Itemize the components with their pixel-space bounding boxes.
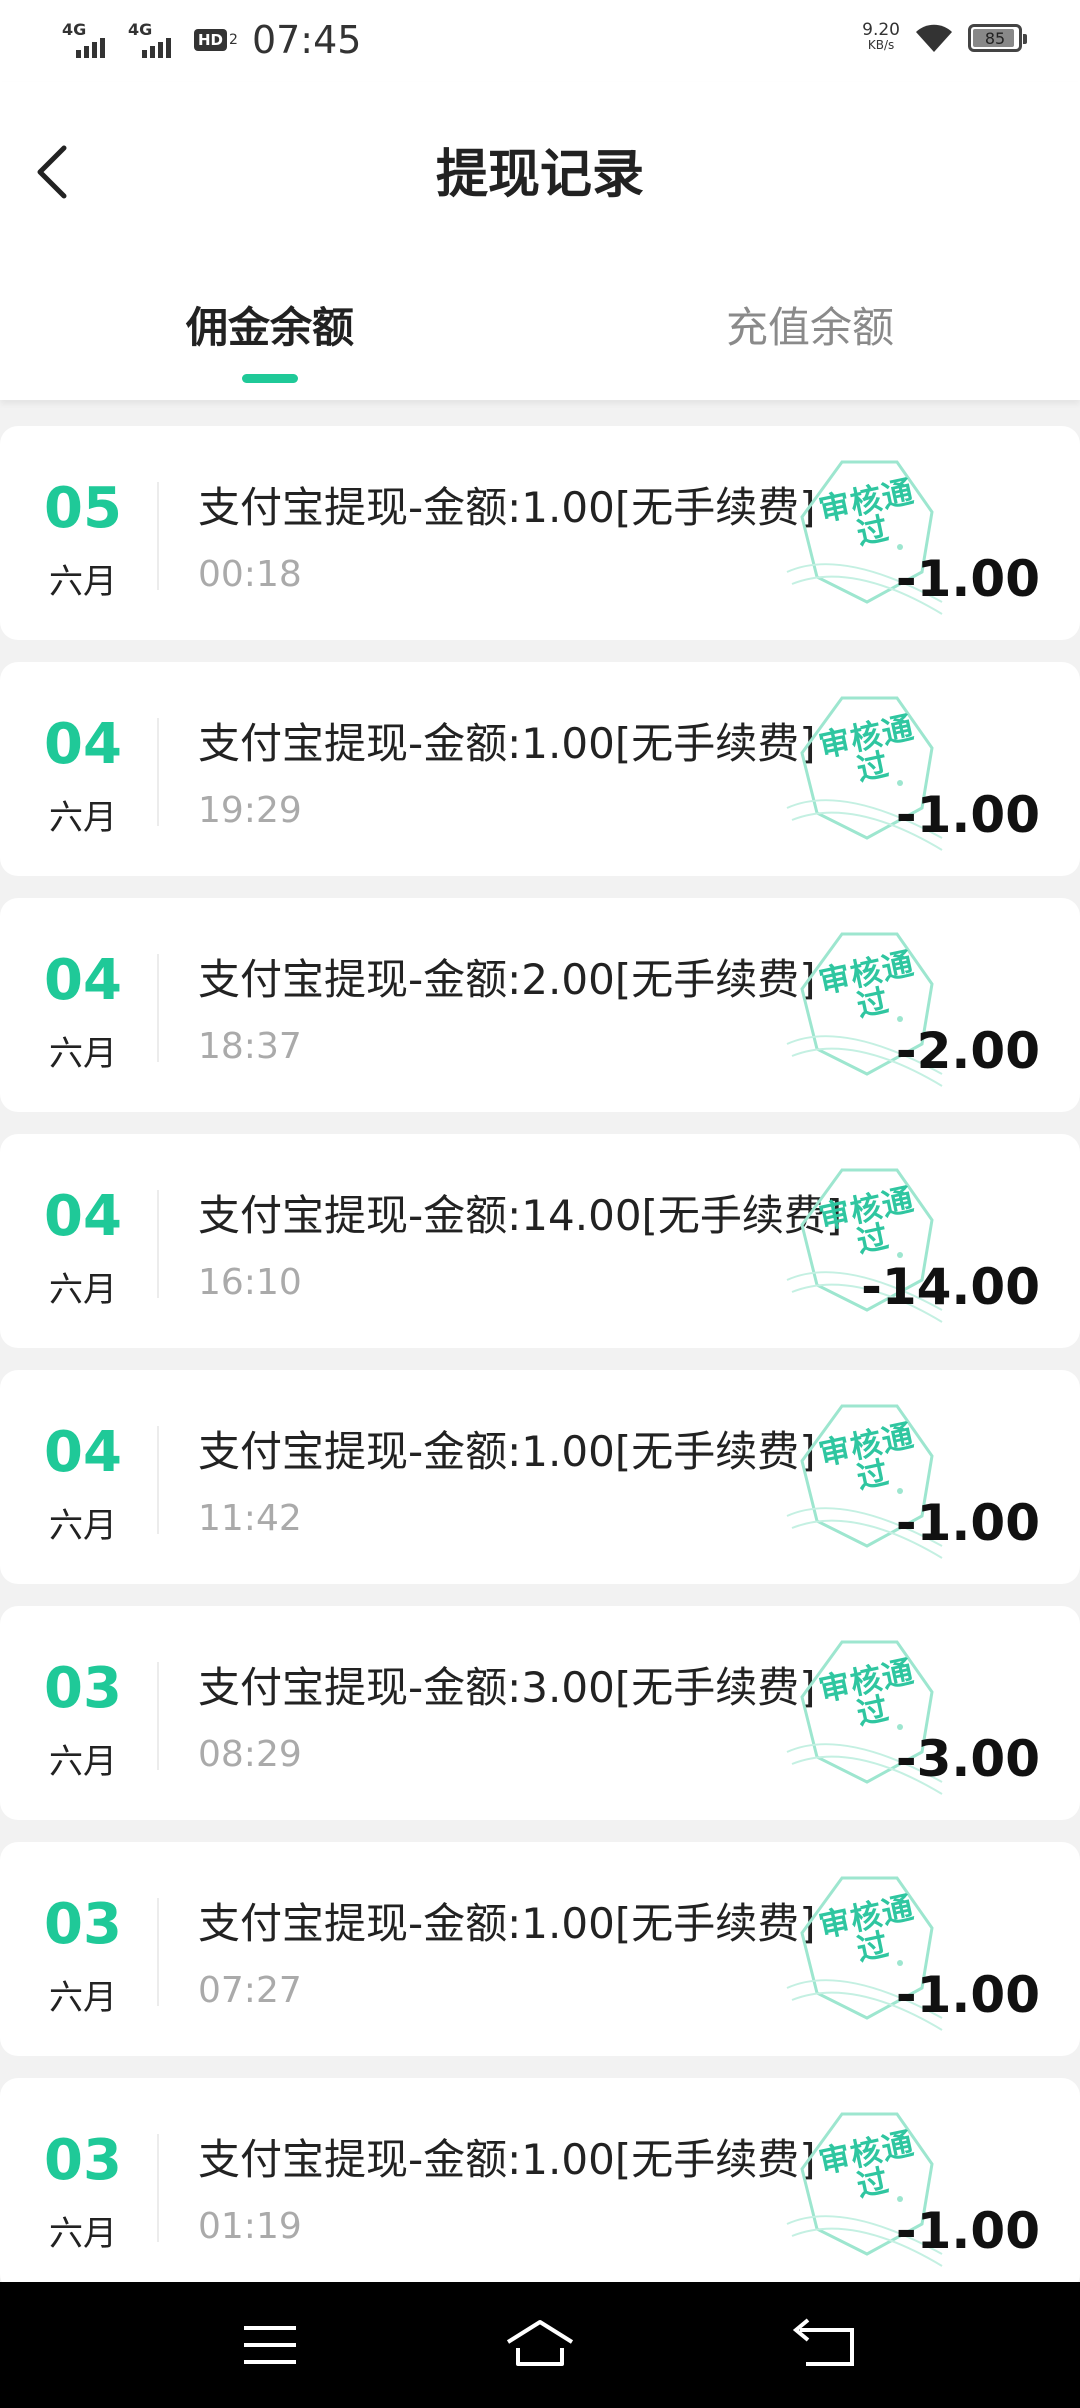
record-card[interactable]: 04 六月 支付宝提现-金额:14.00[无手续费] 16:10 审核通过 -1… <box>0 1134 1080 1348</box>
divider <box>157 1662 159 1770</box>
nav-menu-button[interactable] <box>230 2312 310 2378</box>
record-description: 支付宝提现-金额:3.00[无手续费] <box>198 1663 816 1712</box>
record-time: 08:29 <box>198 1734 302 1775</box>
network-speed: 9.20 KB/s <box>862 20 900 53</box>
record-time: 01:19 <box>198 2206 302 2247</box>
record-amount: -1.00 <box>895 2202 1040 2260</box>
active-tab-indicator <box>242 374 298 383</box>
record-amount: -14.00 <box>861 1258 1040 1316</box>
hd-voice-icon: HD 2 <box>194 25 238 55</box>
record-description: 支付宝提现-金额:2.00[无手续费] <box>198 955 816 1004</box>
record-amount: -3.00 <box>895 1730 1040 1788</box>
record-amount: -2.00 <box>895 1022 1040 1080</box>
tab-recharge-balance[interactable]: 充值余额 <box>660 294 960 355</box>
record-amount: -1.00 <box>895 550 1040 608</box>
record-description: 支付宝提现-金额:1.00[无手续费] <box>198 1427 816 1476</box>
record-card[interactable]: 04 六月 支付宝提现-金额:1.00[无手续费] 11:42 审核通过 -1.… <box>0 1370 1080 1584</box>
record-card[interactable]: 03 六月 支付宝提现-金额:3.00[无手续费] 08:29 审核通过 -3.… <box>0 1606 1080 1820</box>
divider <box>157 482 159 590</box>
tab-commission-balance[interactable]: 佣金余额 <box>120 294 420 355</box>
record-time: 07:27 <box>198 1970 302 2011</box>
record-description: 支付宝提现-金额:14.00[无手续费] <box>198 1191 843 1240</box>
record-description: 支付宝提现-金额:1.00[无手续费] <box>198 719 816 768</box>
record-month: 六月 <box>49 562 117 602</box>
status-right: 9.20 KB/s 85 <box>862 20 1027 54</box>
record-day: 03 <box>44 1656 122 1721</box>
record-day: 04 <box>44 1184 122 1249</box>
record-day: 05 <box>44 476 122 541</box>
record-day: 04 <box>44 712 122 777</box>
wifi-icon <box>916 24 952 52</box>
record-card[interactable]: 03 六月 支付宝提现-金额:1.00[无手续费] 07:27 审核通过 -1.… <box>0 1842 1080 2056</box>
record-day: 03 <box>44 2128 122 2193</box>
divider <box>157 2134 159 2242</box>
hd-label: HD <box>194 29 228 51</box>
home-icon <box>506 2320 574 2366</box>
record-month: 六月 <box>49 1506 117 1546</box>
record-month: 六月 <box>49 1270 117 1310</box>
back-icon <box>792 2318 854 2366</box>
network-speed-unit: KB/s <box>867 38 895 52</box>
nav-home-button[interactable] <box>500 2312 580 2378</box>
record-time: 19:29 <box>198 790 302 831</box>
divider <box>157 1426 159 1534</box>
status-left: 4G 4G HD 2 07:45 <box>62 18 361 62</box>
record-time: 18:37 <box>198 1026 302 1067</box>
record-month: 六月 <box>49 798 117 838</box>
status-bar: 4G 4G HD 2 07:45 9.20 KB/s 85 <box>0 0 1080 82</box>
record-month: 六月 <box>49 1978 117 2018</box>
record-month: 六月 <box>49 1034 117 1074</box>
record-amount: -1.00 <box>895 786 1040 844</box>
record-day: 04 <box>44 1420 122 1485</box>
network-speed-value: 9.20 <box>862 20 900 40</box>
signal-icon-sim1: 4G <box>62 20 120 60</box>
record-amount: -1.00 <box>895 1966 1040 2024</box>
hd-sub-label: 2 <box>229 32 238 48</box>
record-day: 03 <box>44 1892 122 1957</box>
record-card[interactable]: 04 六月 支付宝提现-金额:2.00[无手续费] 18:37 审核通过 -2.… <box>0 898 1080 1112</box>
record-description: 支付宝提现-金额:1.00[无手续费] <box>198 483 816 532</box>
system-navigation-bar <box>0 2282 1080 2408</box>
record-description: 支付宝提现-金额:1.00[无手续费] <box>198 1899 816 1948</box>
record-time: 11:42 <box>198 1498 302 1539</box>
divider <box>157 1898 159 2006</box>
record-amount: -1.00 <box>895 1494 1040 1552</box>
network-type-label: 4G <box>128 20 153 39</box>
nav-back-button[interactable] <box>786 2312 866 2378</box>
record-month: 六月 <box>49 2214 117 2254</box>
record-card[interactable]: 04 六月 支付宝提现-金额:1.00[无手续费] 19:29 审核通过 -1.… <box>0 662 1080 876</box>
divider <box>157 1190 159 1298</box>
divider <box>157 954 159 1062</box>
menu-icon <box>244 2326 296 2364</box>
record-description: 支付宝提现-金额:1.00[无手续费] <box>198 2135 816 2184</box>
divider <box>157 718 159 826</box>
record-month: 六月 <box>49 1742 117 1782</box>
record-card[interactable]: 05 六月 支付宝提现-金额:1.00[无手续费] 00:18 审核通过 -1.… <box>0 426 1080 640</box>
battery-icon: 85 <box>968 24 1027 52</box>
header: 提现记录 佣金余额 充值余额 <box>0 82 1080 400</box>
network-type-label: 4G <box>62 20 87 39</box>
record-day: 04 <box>44 948 122 1013</box>
clock: 07:45 <box>251 18 362 62</box>
record-card[interactable]: 03 六月 支付宝提现-金额:1.00[无手续费] 01:19 审核通过 -1.… <box>0 2078 1080 2292</box>
record-time: 00:18 <box>198 554 302 595</box>
page-title: 提现记录 <box>435 145 644 205</box>
battery-level: 85 <box>984 28 1006 48</box>
record-time: 16:10 <box>198 1262 302 1303</box>
withdrawal-record-list: 05 六月 支付宝提现-金额:1.00[无手续费] 00:18 审核通过 -1.… <box>0 426 1080 2314</box>
signal-icon-sim2: 4G <box>128 20 186 60</box>
